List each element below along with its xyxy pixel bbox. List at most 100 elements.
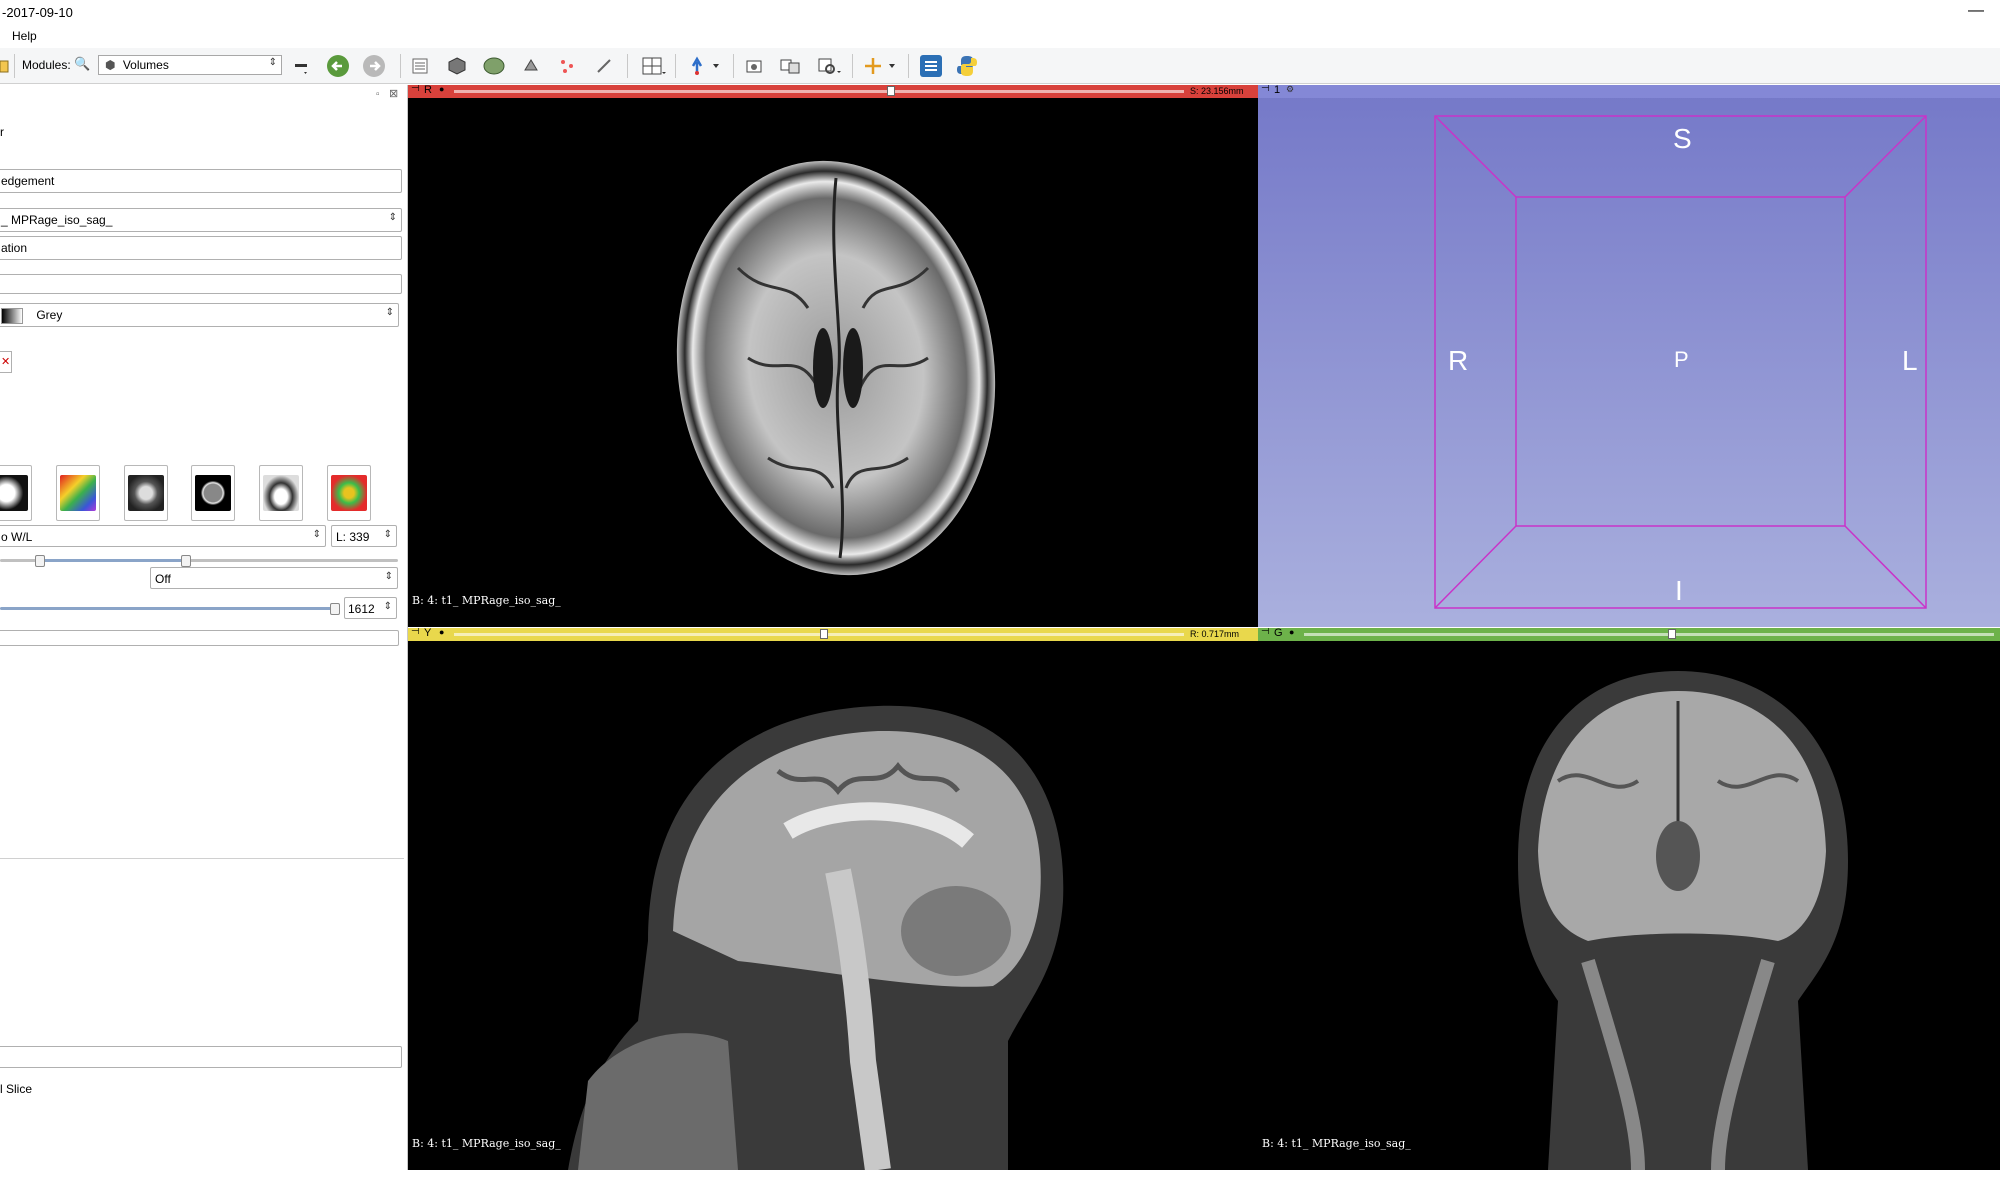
link-icon[interactable]: ● [439,85,444,94]
minimize-button[interactable]: — [1968,2,1984,20]
green-slice-controller[interactable]: ⊣ G ● [1258,628,2000,641]
red-slice-controller[interactable]: ⊣ R ● S: 23.156mm [408,85,1258,98]
back-arrow-icon[interactable] [325,54,351,78]
threshold-slider[interactable] [0,607,336,610]
dock-close-icon[interactable]: ⊠ [389,87,398,100]
lookup-table-value: Grey [36,308,63,323]
module-panel: ▫ ⊠ r edgement _ MPRage_iso_sag_ ⇕ ation… [0,85,408,1170]
histogram-section[interactable] [0,630,399,646]
level-spinbox[interactable]: L: 339 ⇕ [331,525,397,547]
pin-icon[interactable]: ⊣ [411,85,420,94]
chevron-updown-icon: ⇕ [385,307,394,318]
help-section-label: r [0,125,4,139]
markups-icon[interactable] [557,54,577,78]
window-level-preset-select[interactable]: o W/L ⇕ [0,525,326,547]
interpolation-threshold-select[interactable]: Off ⇕ [150,567,398,589]
data-probe-section[interactable] [0,1046,402,1068]
chevron-updown-icon: ⇕ [388,212,397,223]
toolbar-separator [675,54,676,78]
transforms-icon[interactable] [520,54,542,78]
invert-display-icon[interactable]: ✕ [0,351,12,373]
layout-icon[interactable] [640,54,668,78]
green-slice-tag: G [1274,628,1283,639]
crosshair-icon[interactable] [862,54,900,78]
yellow-slice-slider-knob[interactable] [820,629,828,639]
window-level-min-handle[interactable] [35,555,45,567]
preset-pet[interactable] [56,465,100,521]
dcm-icon[interactable] [446,54,468,78]
window-level-max-handle[interactable] [181,555,191,567]
orientation-right: R [1448,345,1469,376]
panel-divider [0,858,404,859]
preset-dti[interactable] [327,465,371,521]
module-select[interactable]: ⬢ Volumes ⇕ [98,55,282,75]
dti-thumbnail-icon [331,475,367,511]
spin-arrows-icon: ⇕ [383,601,392,612]
show-slice-label: l Slice [0,1082,33,1096]
red-slice-slider-knob[interactable] [887,86,895,96]
chevron-updown-icon: ⇕ [312,529,321,540]
extension-manager-icon[interactable] [816,54,842,78]
yellow-slice-slider[interactable] [454,633,1184,636]
acknowledgement-label: edgement [1,174,55,188]
module-search-icon[interactable]: 🔍 [74,56,90,72]
toolbar-separator [627,54,628,78]
volume-information-section[interactable]: ation [0,236,402,260]
threshold-slider-handle[interactable] [330,603,340,615]
python-console-icon[interactable] [954,54,980,78]
lookup-table-select[interactable]: Grey ⇕ [0,303,399,327]
red-slice-view[interactable]: ⊣ R ● S: 23.156mm B: 4: t1_ MPRage_iso_s… [408,85,1258,627]
ct-abdomen-thumbnail-icon [128,475,164,511]
modules-label: Modules: [22,58,71,72]
ct-brain-thumbnail-icon [195,475,231,511]
module-panel-toggle-icon[interactable] [918,54,944,78]
red-slice-offset: S: 23.156mm [1190,86,1244,96]
pet-thumbnail-icon [60,475,96,511]
green-slice-slider[interactable] [1304,633,1994,636]
crosshair-mode-icon[interactable] [686,54,722,78]
menu-bar: Help [0,26,2000,48]
volume-cube-icon: ⬢ [105,58,116,72]
yellow-slice-controller[interactable]: ⊣ Y ● R: 0.717mm [408,628,1258,641]
grey-gradient-swatch [1,308,23,324]
forward-arrow-icon[interactable] [361,54,387,78]
green-volume-label: B: 4: t1_ MPRage_iso_sag_ [1262,1137,1411,1150]
coronal-brain-image [1518,671,1848,1170]
red-slice-slider[interactable] [454,90,1184,93]
window-level-range-fill [40,559,186,562]
red-slice-tag: R [424,85,432,96]
preset-ct-lung[interactable] [259,465,303,521]
history-dropdown-icon[interactable] [294,54,310,78]
link-icon[interactable]: ● [439,628,444,637]
menu-help[interactable]: Help [12,29,37,43]
yellow-slice-tag: Y [424,628,432,639]
threshold-spinbox[interactable]: 1612 ⇕ [344,597,397,619]
preset-ct-abdomen[interactable] [124,465,168,521]
three-d-view[interactable]: ⊣ 1 ⚙ S I R L P [1258,85,2000,627]
preset-ct-brain[interactable] [191,465,235,521]
save-icon[interactable] [0,54,10,78]
models-icon[interactable] [482,54,506,78]
bounding-box-outline [1434,115,1927,609]
data-icon[interactable] [410,54,430,78]
toolbar-separator [400,54,401,78]
scene-view-icon[interactable] [778,54,802,78]
green-slice-slider-knob[interactable] [1668,629,1676,639]
dock-float-icon[interactable]: ▫ [376,89,380,100]
volume-information-label: ation [1,241,28,255]
pin-icon[interactable]: ⊣ [411,628,420,637]
pin-icon[interactable]: ⊣ [1261,628,1270,637]
chevron-updown-icon: ⇕ [384,571,393,582]
yellow-slice-view[interactable]: ⊣ Y ● R: 0.717mm B: 4: t1_ MPRage_iso_sa… [408,628,1258,1170]
screenshot-icon[interactable] [744,54,764,78]
green-slice-view[interactable]: ⊣ G ● B: 4: t1_ MPRage_iso_sag_ [1258,628,2000,1170]
acknowledgement-section[interactable]: edgement [0,169,402,193]
ruler-icon[interactable] [594,54,614,78]
link-icon[interactable]: ● [1289,628,1294,637]
toolbar-separator [14,54,15,78]
active-volume-value: _ MPRage_iso_sag_ [1,213,113,227]
preset-ct-bone[interactable] [0,465,32,521]
display-section[interactable] [0,274,402,294]
toolbar-separator [733,54,734,78]
active-volume-select[interactable]: _ MPRage_iso_sag_ ⇕ [0,208,402,232]
